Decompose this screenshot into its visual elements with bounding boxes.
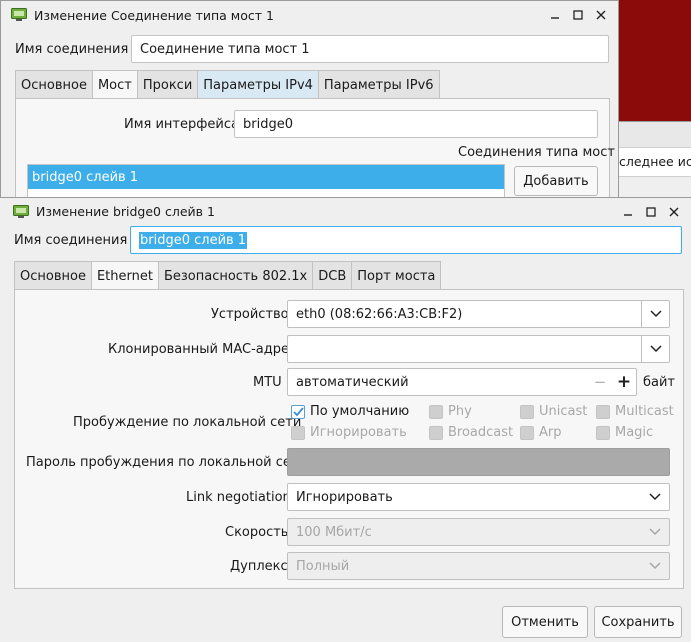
close-icon[interactable]	[589, 5, 612, 25]
minimize-icon[interactable]	[616, 202, 639, 222]
wol-password-input[interactable]	[287, 448, 670, 476]
wol-magic-label: Magic	[615, 425, 654, 440]
connection-name-label: Имя соединения	[15, 42, 129, 57]
window-title: Изменение Соединение типа мост 1	[34, 7, 274, 23]
save-button[interactable]: Сохранить	[594, 606, 682, 638]
selected-text: bridge0 слейв 1	[139, 231, 248, 249]
background-window-right: следнее исп	[618, 121, 691, 201]
duplex-combobox[interactable]: Полный	[287, 552, 670, 580]
device-combobox[interactable]: eth0 (08:62:66:A3:CB:F2)	[287, 300, 670, 328]
mtu-spinbox[interactable]: автоматический − +	[287, 368, 637, 396]
wol-magic-checkbox[interactable]: Magic	[596, 425, 653, 440]
wol-unicast-label: Unicast	[539, 404, 588, 419]
tab-ethernet[interactable]: Ethernet	[90, 261, 159, 291]
bridge-connections-label: Соединения типа мост	[458, 145, 615, 160]
connection-name-input[interactable]: Соединение типа мост 1	[131, 35, 609, 63]
tab-general[interactable]: Основное	[15, 70, 93, 99]
cloned-mac-label: Клонированный MAC-адрес	[108, 342, 297, 357]
wol-arp-checkbox[interactable]: Arp	[520, 425, 562, 440]
wol-phy-checkbox[interactable]: Phy	[429, 404, 472, 419]
wol-ignore-checkbox[interactable]: Игнорировать	[291, 425, 407, 440]
interface-name-input[interactable]: bridge0	[234, 110, 598, 138]
mtu-label: MTU	[253, 375, 282, 390]
duplex-value: Полный	[296, 558, 350, 574]
wol-password-label: Пароль пробуждения по локальной сети	[26, 455, 307, 470]
wol-multicast-label: Multicast	[615, 404, 674, 419]
wol-multicast-checkbox[interactable]: Multicast	[596, 404, 674, 419]
wol-unicast-checkbox[interactable]: Unicast	[520, 404, 587, 419]
add-button[interactable]: Добавить	[514, 166, 598, 196]
chevron-down-icon[interactable]	[641, 301, 669, 327]
network-icon	[13, 204, 29, 219]
wol-default-label: По умолчанию	[310, 404, 410, 419]
wol-default-checkbox[interactable]: По умолчанию	[291, 404, 409, 419]
close-icon[interactable]	[662, 202, 685, 222]
interface-name-label: Имя интерфейса	[124, 117, 239, 132]
device-value: eth0 (08:62:66:A3:CB:F2)	[296, 306, 463, 322]
window-title: Изменение bridge0 слейв 1	[36, 204, 215, 219]
link-negotiation-label: Link negotiation	[186, 490, 291, 505]
wol-broadcast-checkbox[interactable]: Broadcast	[429, 425, 513, 440]
ethernet-tabs: Основное Ethernet Безопасность 802.1x DC…	[14, 261, 442, 291]
tab-bridge[interactable]: Мост	[91, 70, 138, 100]
tab-bridge-port[interactable]: Порт моста	[351, 261, 442, 290]
network-icon	[11, 8, 27, 22]
mtu-decrement-button[interactable]: −	[588, 373, 612, 391]
chevron-down-icon	[641, 484, 669, 510]
mtu-increment-button[interactable]: +	[612, 372, 636, 392]
connection-name-input[interactable]: bridge0 слейв 1	[130, 226, 682, 254]
list-item-selected[interactable]: bridge0 слейв 1	[28, 165, 504, 189]
titlebar[interactable]: Изменение Соединение типа мост 1	[1, 1, 618, 29]
tab-ipv6[interactable]: Параметры IPv6	[317, 70, 440, 99]
connection-name-label: Имя соединения	[14, 233, 128, 248]
wol-label: Пробуждение по локальной сети	[73, 415, 302, 430]
duplex-label: Дуплекс	[230, 559, 288, 574]
tab-ipv4[interactable]: Параметры IPv4	[197, 70, 319, 99]
chevron-down-icon	[641, 519, 669, 545]
tab-proxy[interactable]: Прокси	[136, 70, 199, 99]
wol-phy-label: Phy	[448, 404, 472, 419]
partial-column-header: следнее исп	[619, 154, 691, 169]
link-negotiation-combobox[interactable]: Игнорировать	[287, 483, 670, 511]
titlebar[interactable]: Изменение bridge0 слейв 1	[0, 197, 691, 225]
maximize-icon[interactable]	[639, 202, 662, 222]
speed-label: Скорость	[225, 525, 289, 540]
tab-security-8021x[interactable]: Безопасность 802.1x	[157, 261, 314, 290]
device-label: Устройство	[211, 307, 289, 322]
mtu-value: автоматический	[296, 374, 409, 390]
checkmark-icon	[291, 404, 305, 419]
bridge-tabs: Основное Мост Прокси Параметры IPv4 Пара…	[15, 70, 440, 100]
speed-combobox[interactable]: 100 Мбит/с	[287, 518, 670, 546]
mtu-unit: байт	[643, 375, 676, 390]
speed-value: 100 Мбит/с	[296, 524, 372, 540]
tab-general[interactable]: Основное	[14, 261, 92, 290]
wol-ignore-label: Игнорировать	[310, 425, 407, 440]
chevron-down-icon	[641, 553, 669, 579]
cancel-button[interactable]: Отменить	[502, 606, 588, 638]
slave-connection-window: Изменение bridge0 слейв 1 Имя соединения…	[0, 197, 691, 642]
link-negotiation-value: Игнорировать	[296, 489, 393, 505]
chevron-down-icon[interactable]	[641, 336, 669, 362]
tab-dcb[interactable]: DCB	[312, 261, 353, 290]
maximize-icon[interactable]	[566, 5, 589, 25]
wol-arp-label: Arp	[539, 425, 562, 440]
bridge-connection-window: Изменение Соединение типа мост 1 Имя сое…	[0, 0, 619, 208]
cloned-mac-combobox[interactable]	[287, 335, 670, 363]
minimize-icon[interactable]	[543, 5, 566, 25]
wol-broadcast-label: Broadcast	[448, 425, 514, 440]
